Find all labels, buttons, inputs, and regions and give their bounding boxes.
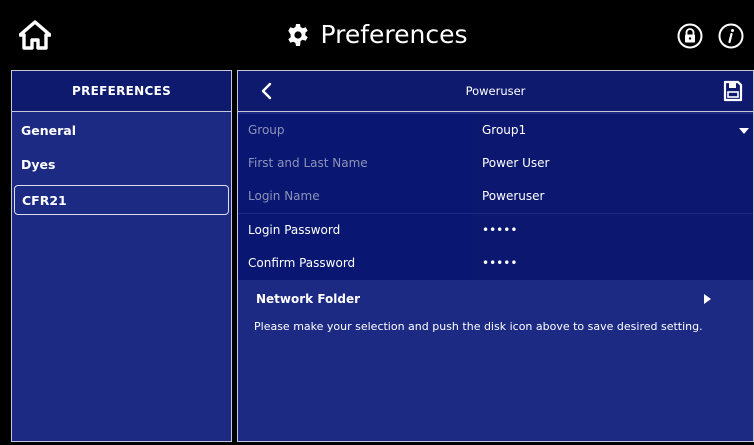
page-title: Preferences bbox=[320, 20, 468, 49]
group-select[interactable]: Group1 bbox=[472, 114, 753, 147]
preferences-sidebar: PREFERENCES General Dyes CFR21 bbox=[11, 70, 232, 442]
login-name-row: Login Name Poweruser bbox=[238, 180, 753, 213]
title-area: Preferences bbox=[0, 18, 754, 54]
gear-icon bbox=[288, 24, 309, 46]
sidebar-item-cfr21[interactable]: CFR21 bbox=[14, 185, 229, 215]
confirm-password-row: Confirm Password ••••• bbox=[238, 247, 753, 280]
group-label: Group bbox=[238, 114, 472, 147]
first-last-name-label: First and Last Name bbox=[238, 147, 472, 180]
lock-icon[interactable] bbox=[677, 23, 703, 49]
help-message: Please make your selection and push the … bbox=[254, 320, 703, 333]
login-password-field[interactable]: ••••• bbox=[472, 214, 753, 247]
confirm-password-label: Confirm Password bbox=[238, 247, 472, 280]
detail-header: Poweruser bbox=[238, 71, 753, 112]
user-detail-panel: Poweruser Group Group1 First and Last Na… bbox=[237, 70, 754, 442]
play-arrow-icon bbox=[704, 294, 711, 304]
network-folder-row[interactable]: Network Folder bbox=[238, 284, 753, 314]
name-row: First and Last Name Power User bbox=[238, 147, 753, 180]
confirm-password-field[interactable]: ••••• bbox=[472, 247, 753, 280]
info-icon[interactable] bbox=[718, 23, 744, 49]
login-password-row: Login Password ••••• bbox=[238, 214, 753, 247]
group-value: Group1 bbox=[482, 123, 527, 137]
login-password-label: Login Password bbox=[238, 214, 472, 247]
save-disk-icon[interactable] bbox=[723, 80, 743, 102]
login-name-field[interactable]: Poweruser bbox=[472, 180, 753, 213]
sidebar-heading: PREFERENCES bbox=[12, 71, 231, 112]
network-folder-label: Network Folder bbox=[256, 292, 361, 306]
dropdown-arrow-icon bbox=[739, 128, 749, 134]
detail-title: Poweruser bbox=[465, 84, 526, 98]
top-bar: Preferences bbox=[0, 0, 754, 70]
group-row: Group Group1 bbox=[238, 114, 753, 147]
login-name-label: Login Name bbox=[238, 180, 472, 213]
sidebar-item-general[interactable]: General bbox=[12, 116, 231, 146]
sidebar-item-dyes[interactable]: Dyes bbox=[12, 150, 231, 180]
first-last-name-field[interactable]: Power User bbox=[472, 147, 753, 180]
